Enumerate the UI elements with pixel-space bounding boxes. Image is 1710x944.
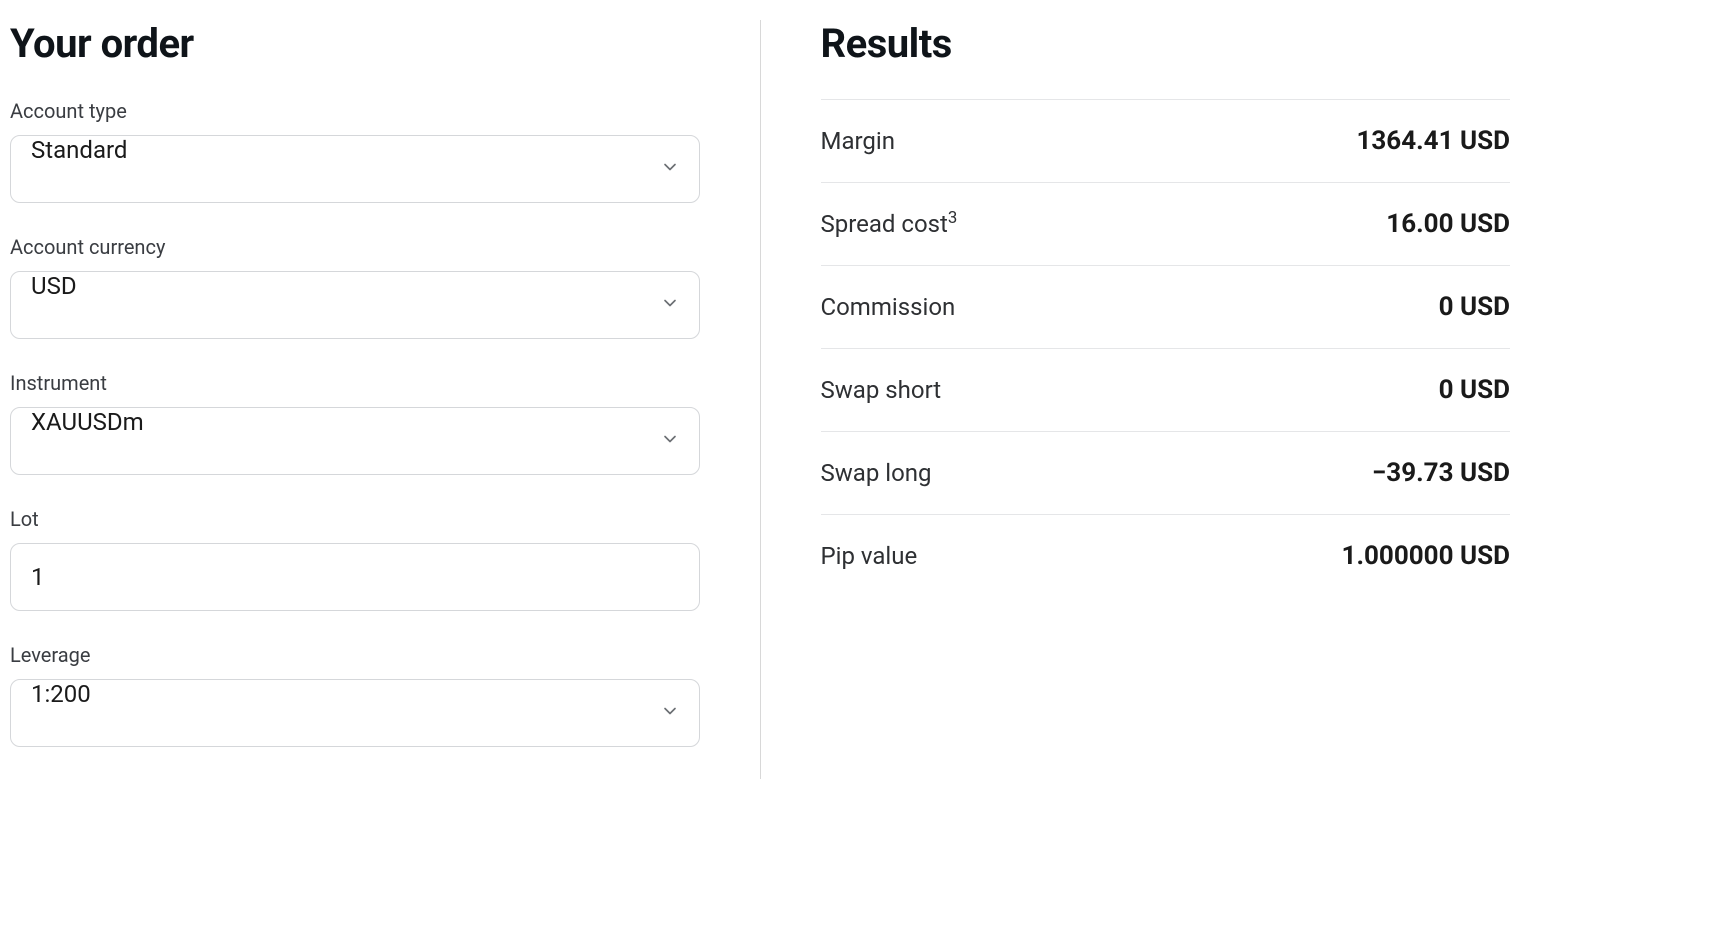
result-value: 0 USD <box>1439 292 1510 322</box>
results-title: Results <box>821 20 1511 67</box>
instrument-select[interactable]: XAUUSDm <box>10 407 700 475</box>
leverage-label: Leverage <box>10 643 700 667</box>
result-row-swap-short: Swap short 0 USD <box>821 349 1511 432</box>
instrument-group: Instrument XAUUSDm <box>10 371 700 475</box>
account-currency-select[interactable]: USD <box>10 271 700 339</box>
leverage-select[interactable]: 1:200 <box>10 679 700 747</box>
order-title: Your order <box>10 20 700 67</box>
account-currency-label: Account currency <box>10 235 700 259</box>
account-type-label: Account type <box>10 99 700 123</box>
result-label: Commission <box>821 293 956 321</box>
results-list: Margin 1364.41 USD Spread cost3 16.00 US… <box>821 99 1511 597</box>
result-row-commission: Commission 0 USD <box>821 266 1511 349</box>
result-row-swap-long: Swap long −39.73 USD <box>821 432 1511 515</box>
result-value: 1.000000 USD <box>1342 541 1510 571</box>
result-value: −39.73 USD <box>1372 458 1510 488</box>
result-label: Swap long <box>821 459 932 487</box>
result-label: Spread cost3 <box>821 210 958 238</box>
lot-input[interactable] <box>10 543 700 611</box>
result-value: 0 USD <box>1439 375 1510 405</box>
result-row-pip-value: Pip value 1.000000 USD <box>821 515 1511 597</box>
lot-label: Lot <box>10 507 700 531</box>
result-label: Swap short <box>821 376 942 404</box>
leverage-group: Leverage 1:200 <box>10 643 700 747</box>
result-row-spread-cost: Spread cost3 16.00 USD <box>821 183 1511 266</box>
result-row-margin: Margin 1364.41 USD <box>821 100 1511 183</box>
result-label: Pip value <box>821 542 918 570</box>
account-type-select[interactable]: Standard <box>10 135 700 203</box>
account-currency-group: Account currency USD <box>10 235 700 339</box>
lot-group: Lot <box>10 507 700 611</box>
results-panel: Results Margin 1364.41 USD Spread cost3 … <box>761 20 1511 779</box>
result-value: 1364.41 USD <box>1356 126 1510 156</box>
result-label: Margin <box>821 127 895 155</box>
account-type-group: Account type Standard <box>10 99 700 203</box>
result-value: 16.00 USD <box>1386 209 1510 239</box>
instrument-label: Instrument <box>10 371 700 395</box>
order-panel: Your order Account type Standard Account… <box>10 20 761 779</box>
